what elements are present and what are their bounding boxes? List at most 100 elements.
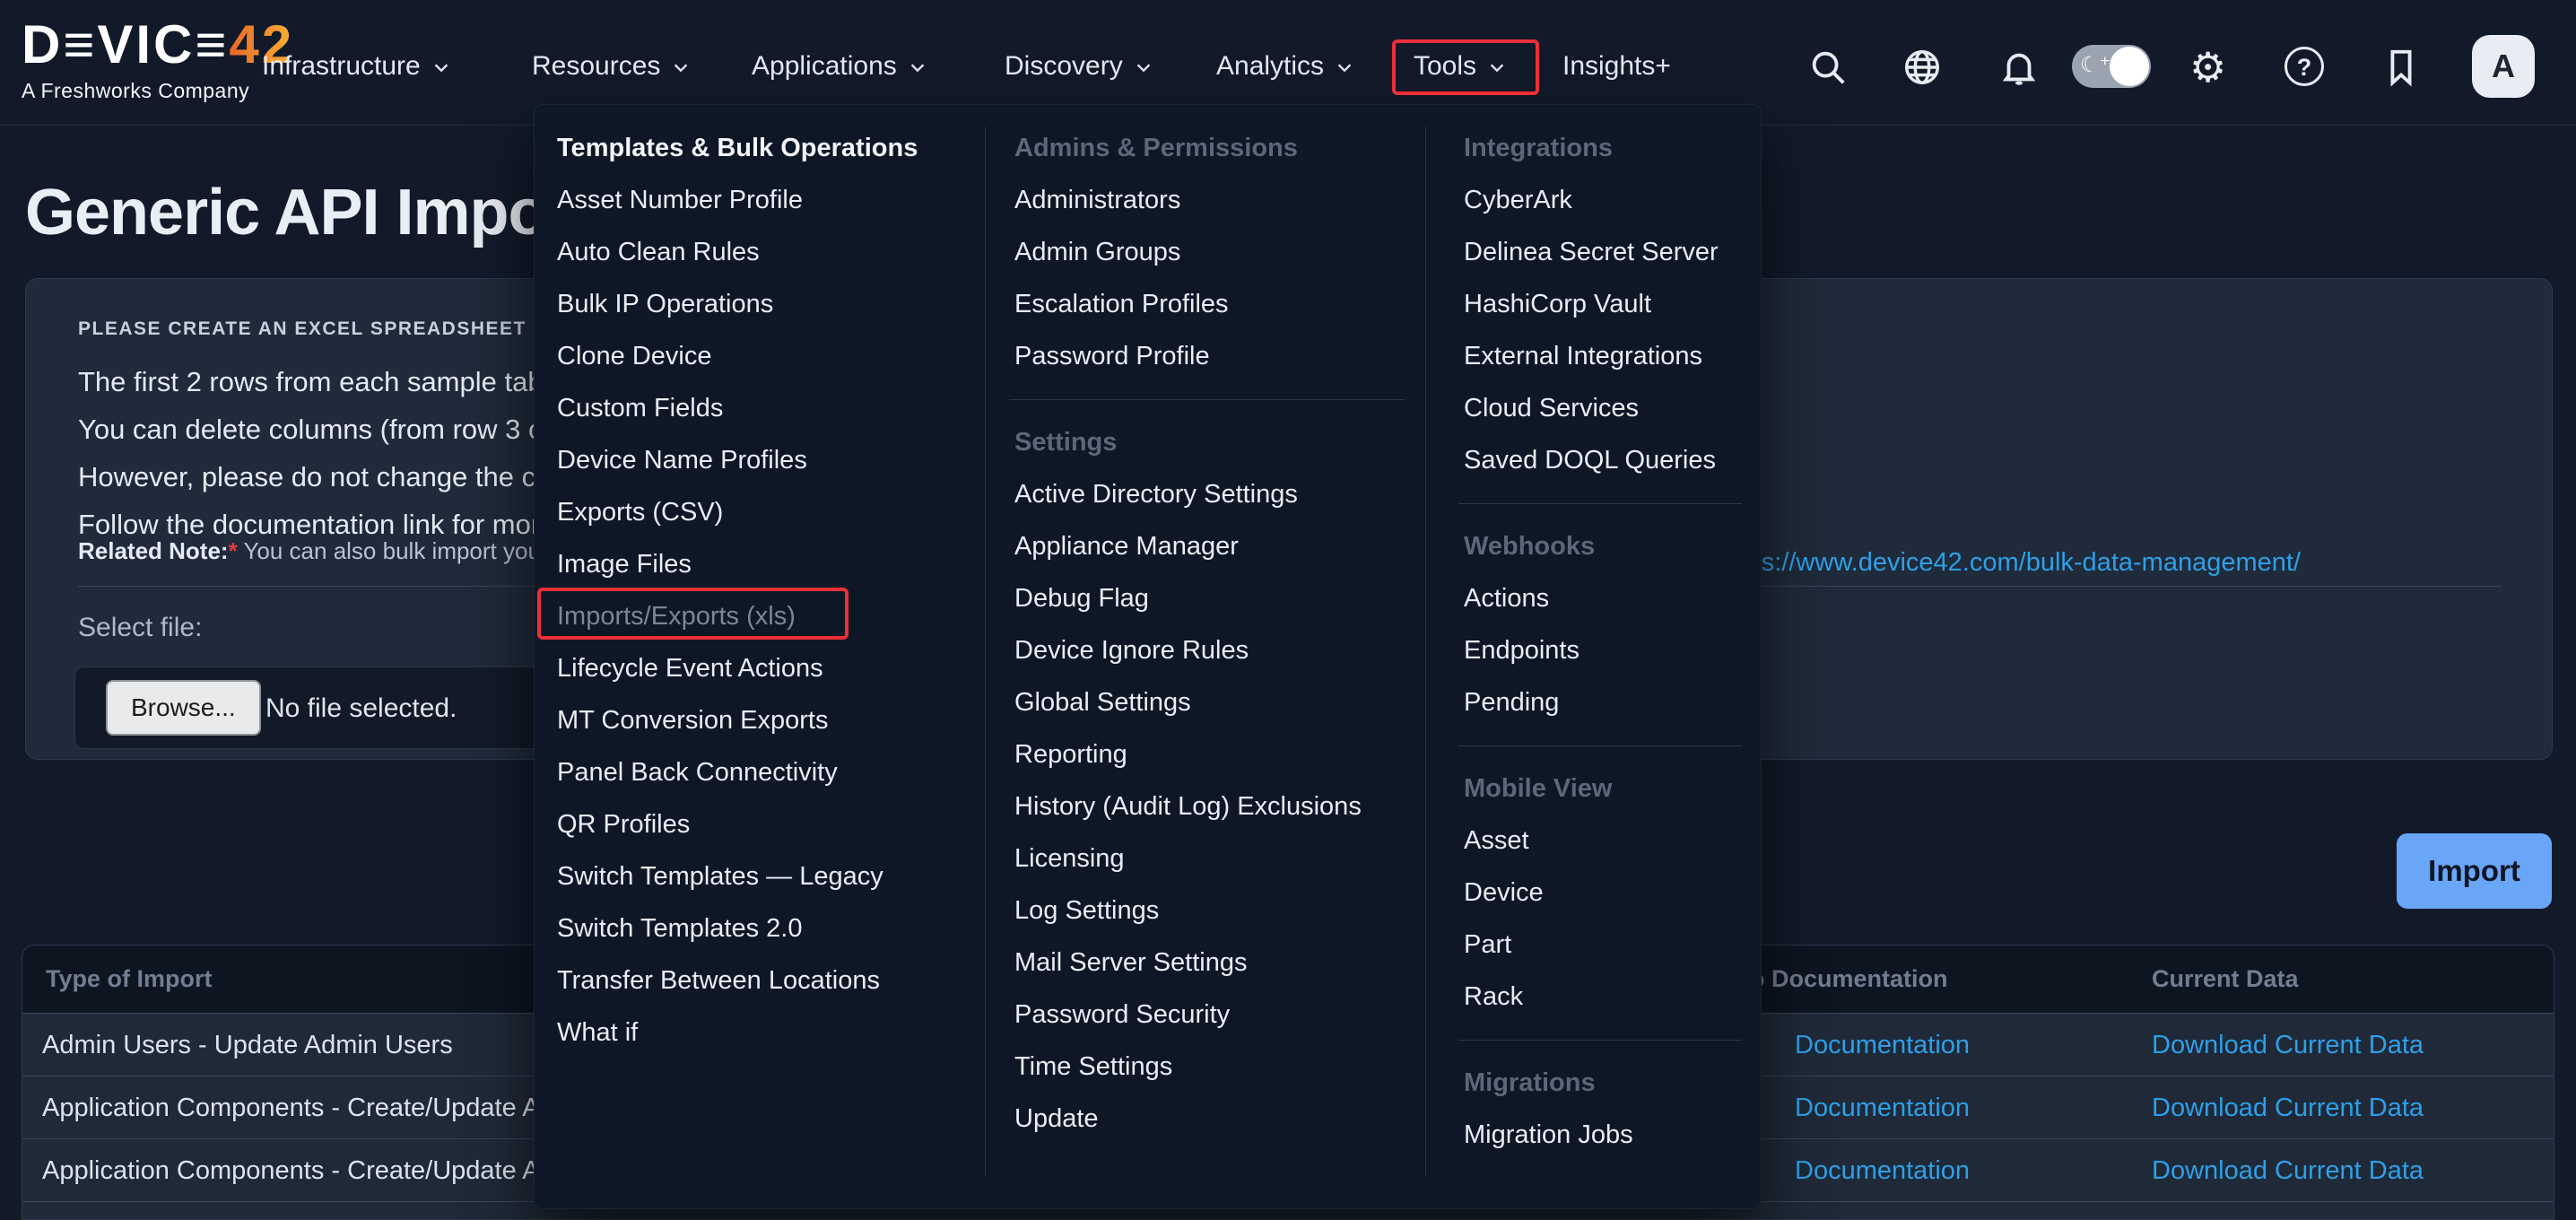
menu-item-device-ignore-rules[interactable]: Device Ignore Rules: [1014, 624, 1249, 676]
menu-item-hashicorp-vault[interactable]: HashiCorp Vault: [1464, 278, 1651, 330]
menu-item-lifecycle-event-actions[interactable]: Lifecycle Event Actions: [557, 642, 823, 694]
bookmark-icon[interactable]: [2380, 47, 2422, 88]
menu-item-clone-device[interactable]: Clone Device: [557, 330, 711, 382]
menu-item-endpoints[interactable]: Endpoints: [1464, 624, 1580, 676]
menu-item-mt-conversion-exports[interactable]: MT Conversion Exports: [557, 694, 828, 746]
tools-dropdown-menu: Templates & Bulk OperationsAsset Number …: [534, 104, 1762, 1209]
user-avatar[interactable]: A: [2472, 35, 2535, 98]
menu-item-asset[interactable]: Asset: [1464, 815, 1529, 867]
menu-item-external-integrations[interactable]: External Integrations: [1464, 330, 1702, 382]
nav-item-label: Resources: [532, 51, 660, 81]
chevron-down-icon: [1134, 57, 1153, 77]
menu-item-what-if[interactable]: What if: [557, 1006, 638, 1059]
menu-item-auto-clean-rules[interactable]: Auto Clean Rules: [557, 226, 760, 278]
menu-item-custom-fields[interactable]: Custom Fields: [557, 382, 723, 434]
no-file-selected-text: No file selected.: [265, 667, 457, 750]
search-icon[interactable]: [1807, 47, 1849, 88]
notifications-bell-icon[interactable]: [1998, 47, 2040, 88]
dark-mode-toggle[interactable]: ☾⁺: [2072, 45, 2151, 88]
documentation-link[interactable]: Documentation: [1795, 1014, 1970, 1076]
nav-item-resources[interactable]: Resources: [532, 39, 691, 93]
menu-item-qr-profiles[interactable]: QR Profiles: [557, 798, 690, 850]
nav-item-insights[interactable]: Insights+: [1562, 39, 1671, 93]
menu-item-password-profile[interactable]: Password Profile: [1014, 330, 1210, 382]
menu-section-divider: [1014, 382, 1414, 416]
menu-column-integrations: IntegrationsCyberArkDelinea Secret Serve…: [1464, 122, 1751, 1161]
menu-item-actions[interactable]: Actions: [1464, 572, 1549, 624]
chevron-down-icon: [1487, 57, 1507, 77]
col-header-type-of-import: Type of Import: [46, 946, 213, 1013]
menu-item-global-settings[interactable]: Global Settings: [1014, 676, 1191, 728]
settings-gear-icon[interactable]: ⚙: [2189, 47, 2231, 88]
menu-item-debug-flag[interactable]: Debug Flag: [1014, 572, 1149, 624]
menu-section-divider: [1464, 1023, 1751, 1057]
nav-item-label: Tools: [1414, 51, 1476, 81]
menu-item-image-files[interactable]: Image Files: [557, 538, 692, 590]
menu-section-heading-mobile-view: Mobile View: [1464, 762, 1751, 815]
menu-item-appliance-manager[interactable]: Appliance Manager: [1014, 520, 1239, 572]
nav-item-discovery[interactable]: Discovery: [1005, 39, 1153, 93]
panel-instructions: The first 2 rows from each sample tabYou…: [78, 358, 573, 548]
import-button[interactable]: Import: [2397, 833, 2552, 909]
documentation-link[interactable]: Documentation: [1795, 1076, 1970, 1139]
help-icon[interactable]: ?: [2284, 47, 2326, 88]
menu-item-switch-templates-2-0[interactable]: Switch Templates 2.0: [557, 902, 803, 954]
menu-item-delinea-secret-server[interactable]: Delinea Secret Server: [1464, 226, 1719, 278]
menu-item-mail-server-settings[interactable]: Mail Server Settings: [1014, 937, 1248, 989]
menu-item-admin-groups[interactable]: Admin Groups: [1014, 226, 1180, 278]
menu-item-administrators[interactable]: Administrators: [1014, 174, 1180, 226]
device42-logo[interactable]: D≡VIC≡42 A Freshworks Company: [22, 16, 294, 103]
menu-item-transfer-between-locations[interactable]: Transfer Between Locations: [557, 954, 880, 1006]
download-current-data-link[interactable]: Download Current Data: [2152, 1076, 2424, 1139]
menu-item-licensing[interactable]: Licensing: [1014, 832, 1125, 884]
moon-icon: ☾⁺: [2080, 52, 2110, 78]
menu-item-time-settings[interactable]: Time Settings: [1014, 1041, 1172, 1093]
menu-section-divider: [1464, 486, 1751, 520]
menu-section-heading-settings: Settings: [1014, 416, 1414, 468]
menu-item-active-directory-settings[interactable]: Active Directory Settings: [1014, 468, 1298, 520]
menu-item-log-settings[interactable]: Log Settings: [1014, 884, 1159, 937]
menu-item-escalation-profiles[interactable]: Escalation Profiles: [1014, 278, 1229, 330]
chevron-down-icon: [671, 57, 691, 77]
menu-item-part[interactable]: Part: [1464, 919, 1511, 971]
nav-item-label: Insights+: [1562, 51, 1671, 81]
documentation-link[interactable]: Documentation: [1795, 1139, 1970, 1202]
required-asterisk: *: [229, 537, 238, 564]
nav-item-tools[interactable]: Tools: [1414, 39, 1507, 93]
menu-item-asset-number-profile[interactable]: Asset Number Profile: [557, 174, 803, 226]
menu-item-exports-csv[interactable]: Exports (CSV): [557, 486, 723, 538]
nav-item-infrastructure[interactable]: Infrastructure: [262, 39, 451, 93]
download-current-data-link[interactable]: Download Current Data: [2152, 1139, 2424, 1202]
menu-item-migration-jobs[interactable]: Migration Jobs: [1464, 1109, 1633, 1161]
menu-item-switch-templates-legacy[interactable]: Switch Templates — Legacy: [557, 850, 883, 902]
nav-item-label: Infrastructure: [262, 51, 421, 81]
menu-item-password-security[interactable]: Password Security: [1014, 989, 1230, 1041]
menu-item-bulk-ip-operations[interactable]: Bulk IP Operations: [557, 278, 773, 330]
menu-item-cyberark[interactable]: CyberArk: [1464, 174, 1572, 226]
menu-item-panel-back-connectivity[interactable]: Panel Back Connectivity: [557, 746, 838, 798]
menu-item-cloud-services[interactable]: Cloud Services: [1464, 382, 1639, 434]
logo-tagline: A Freshworks Company: [22, 79, 294, 103]
instruction-line: You can delete columns (from row 3 on): [78, 405, 573, 453]
menu-section-heading-admins-permissions: Admins & Permissions: [1014, 122, 1414, 174]
menu-item-imports-exports-xls[interactable]: Imports/Exports (xls): [557, 590, 796, 642]
menu-section-heading-integrations: Integrations: [1464, 122, 1751, 174]
nav-item-label: Analytics: [1216, 51, 1324, 81]
chevron-down-icon: [908, 57, 927, 77]
menu-item-device-name-profiles[interactable]: Device Name Profiles: [557, 434, 807, 486]
nav-item-analytics[interactable]: Analytics: [1216, 39, 1354, 93]
download-current-data-link[interactable]: Download Current Data: [2152, 1014, 2424, 1076]
menu-item-update[interactable]: Update: [1014, 1093, 1099, 1145]
menu-item-history-audit-log-exclusions[interactable]: History (Audit Log) Exclusions: [1014, 780, 1362, 832]
menu-item-pending[interactable]: Pending: [1464, 676, 1559, 728]
chevron-down-icon: [1335, 57, 1354, 77]
globe-icon[interactable]: [1902, 47, 1943, 88]
menu-item-rack[interactable]: Rack: [1464, 971, 1523, 1023]
menu-item-saved-doql-queries[interactable]: Saved DOQL Queries: [1464, 434, 1716, 486]
menu-item-device[interactable]: Device: [1464, 867, 1544, 919]
bulk-data-management-link[interactable]: https://www.device42.com/bulk-data-manag…: [1718, 548, 2301, 578]
menu-item-reporting[interactable]: Reporting: [1014, 728, 1127, 780]
browse-button[interactable]: Browse...: [106, 680, 261, 736]
nav-item-applications[interactable]: Applications: [752, 39, 927, 93]
menu-section-heading-templates-bulk-operations: Templates & Bulk Operations: [557, 122, 970, 174]
